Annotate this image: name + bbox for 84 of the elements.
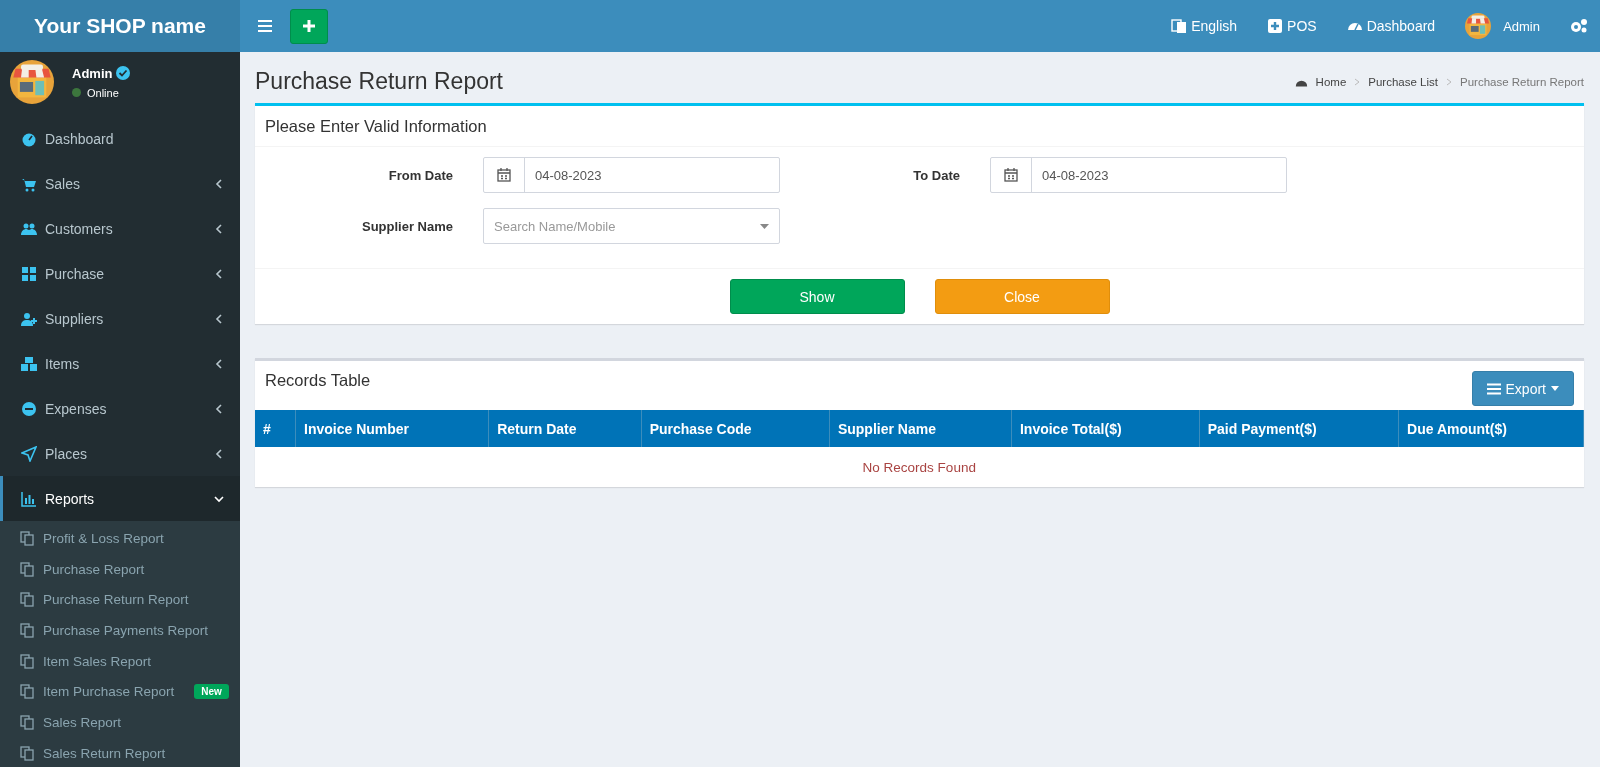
- shop-avatar-icon: [1465, 13, 1492, 39]
- chevron-icon: [214, 358, 224, 369]
- nav-link[interactable]: Dashboard: [1346, 18, 1436, 34]
- empty-message: No Records Found: [255, 447, 1584, 487]
- calendar-icon: [1004, 168, 1018, 182]
- submenu-item[interactable]: Item Sales Report: [0, 645, 240, 677]
- user-status: Online: [87, 86, 119, 99]
- column-header: Return Date: [488, 410, 642, 447]
- plus-icon: [302, 19, 316, 33]
- form-title: Please Enter Valid Information: [265, 117, 487, 135]
- sidebar-item[interactable]: Reports: [0, 476, 240, 521]
- show-button[interactable]: Show: [729, 279, 905, 314]
- add-button[interactable]: [290, 8, 328, 44]
- chevron-icon: [214, 178, 224, 189]
- caret-icon: [1551, 386, 1559, 391]
- minus-circle-icon: [21, 400, 37, 417]
- copy-icon: [20, 530, 35, 546]
- separator-icon: [1446, 77, 1452, 86]
- date-input[interactable]: 04-08-2023: [1032, 158, 1286, 192]
- date-field[interactable]: 04-08-2023: [483, 157, 780, 193]
- plus-square-icon: [1267, 18, 1284, 34]
- nav-link[interactable]: POS: [1267, 18, 1317, 34]
- sidebar-item[interactable]: Places: [0, 431, 240, 476]
- chevron-icon: [214, 268, 224, 279]
- copy-icon: [20, 622, 35, 638]
- submenu-item[interactable]: Item Purchase Report New: [0, 676, 240, 708]
- chevron-icon: [214, 313, 224, 324]
- sidebar-item[interactable]: Items: [0, 341, 240, 386]
- column-header: Supplier Name: [829, 410, 1012, 447]
- column-header: Paid Payment($): [1199, 410, 1399, 447]
- copy-icon: [20, 561, 35, 577]
- sidebar-item[interactable]: Customers: [0, 206, 240, 251]
- field-label: To Date: [912, 167, 960, 183]
- paper-plane-icon: [21, 445, 37, 462]
- column-header: Invoice Total($): [1011, 410, 1200, 447]
- submenu-item[interactable]: Sales Return Report: [0, 737, 240, 767]
- new-badge: New: [194, 684, 229, 700]
- field-label: From Date: [387, 167, 453, 183]
- date-input[interactable]: 04-08-2023: [525, 158, 779, 192]
- caret-icon: [760, 223, 769, 229]
- copy-icon: [20, 592, 35, 608]
- settings-icon[interactable]: [1570, 18, 1588, 34]
- sidebar-item[interactable]: Sales: [0, 161, 240, 206]
- breadcrumb-link[interactable]: Purchase List: [1368, 75, 1438, 88]
- grid-icon: [21, 265, 37, 282]
- chevron-icon: [214, 403, 224, 414]
- sidebar-item[interactable]: Dashboard: [0, 116, 240, 161]
- shop-avatar-icon: [10, 60, 54, 104]
- column-header: Due Amount($): [1398, 410, 1584, 447]
- calendar-icon: [497, 168, 511, 182]
- submenu-item[interactable]: Purchase Return Report: [0, 584, 240, 616]
- copy-icon: [20, 745, 35, 761]
- copy-icon: [20, 684, 35, 700]
- bar-chart-icon: [21, 490, 37, 507]
- chevron-icon: [214, 448, 224, 459]
- chevron-icon: [214, 493, 224, 504]
- sidebar-item[interactable]: Expenses: [0, 386, 240, 431]
- copy-icon: [20, 653, 35, 669]
- column-header: Purchase Code: [641, 410, 830, 447]
- submenu-item[interactable]: Sales Report: [0, 707, 240, 738]
- submenu-item[interactable]: Profit & Loss Report: [0, 523, 240, 554]
- page-title: Purchase Return Report: [255, 68, 503, 95]
- breadcrumb-link[interactable]: Home: [1315, 75, 1347, 88]
- field-label: Supplier Name: [360, 218, 453, 234]
- column-header: Invoice Number: [295, 410, 489, 447]
- chevron-icon: [214, 223, 224, 234]
- cubes-icon: [21, 355, 37, 372]
- copy-icon: [20, 714, 35, 730]
- user-plus-icon: [21, 310, 37, 327]
- nav-link[interactable]: English: [1171, 18, 1238, 34]
- records-title: Records Table: [265, 371, 371, 390]
- separator-icon: [1354, 77, 1361, 86]
- status-dot-icon: [72, 88, 81, 97]
- list-icon: [1486, 382, 1501, 395]
- sidebar-item[interactable]: Purchase: [0, 251, 240, 296]
- date-field[interactable]: 04-08-2023: [990, 157, 1287, 193]
- export-button[interactable]: Export: [1471, 371, 1574, 406]
- submenu-item[interactable]: Purchase Payments Report: [0, 615, 240, 646]
- shop-name-logo[interactable]: Your SHOP name: [0, 0, 240, 52]
- submenu-item[interactable]: Purchase Report: [0, 553, 240, 585]
- user-name: Admin: [72, 65, 113, 81]
- user-menu-name[interactable]: Admin: [1503, 18, 1540, 34]
- sidebar-item[interactable]: Suppliers: [0, 296, 240, 341]
- column-header: #: [255, 410, 296, 447]
